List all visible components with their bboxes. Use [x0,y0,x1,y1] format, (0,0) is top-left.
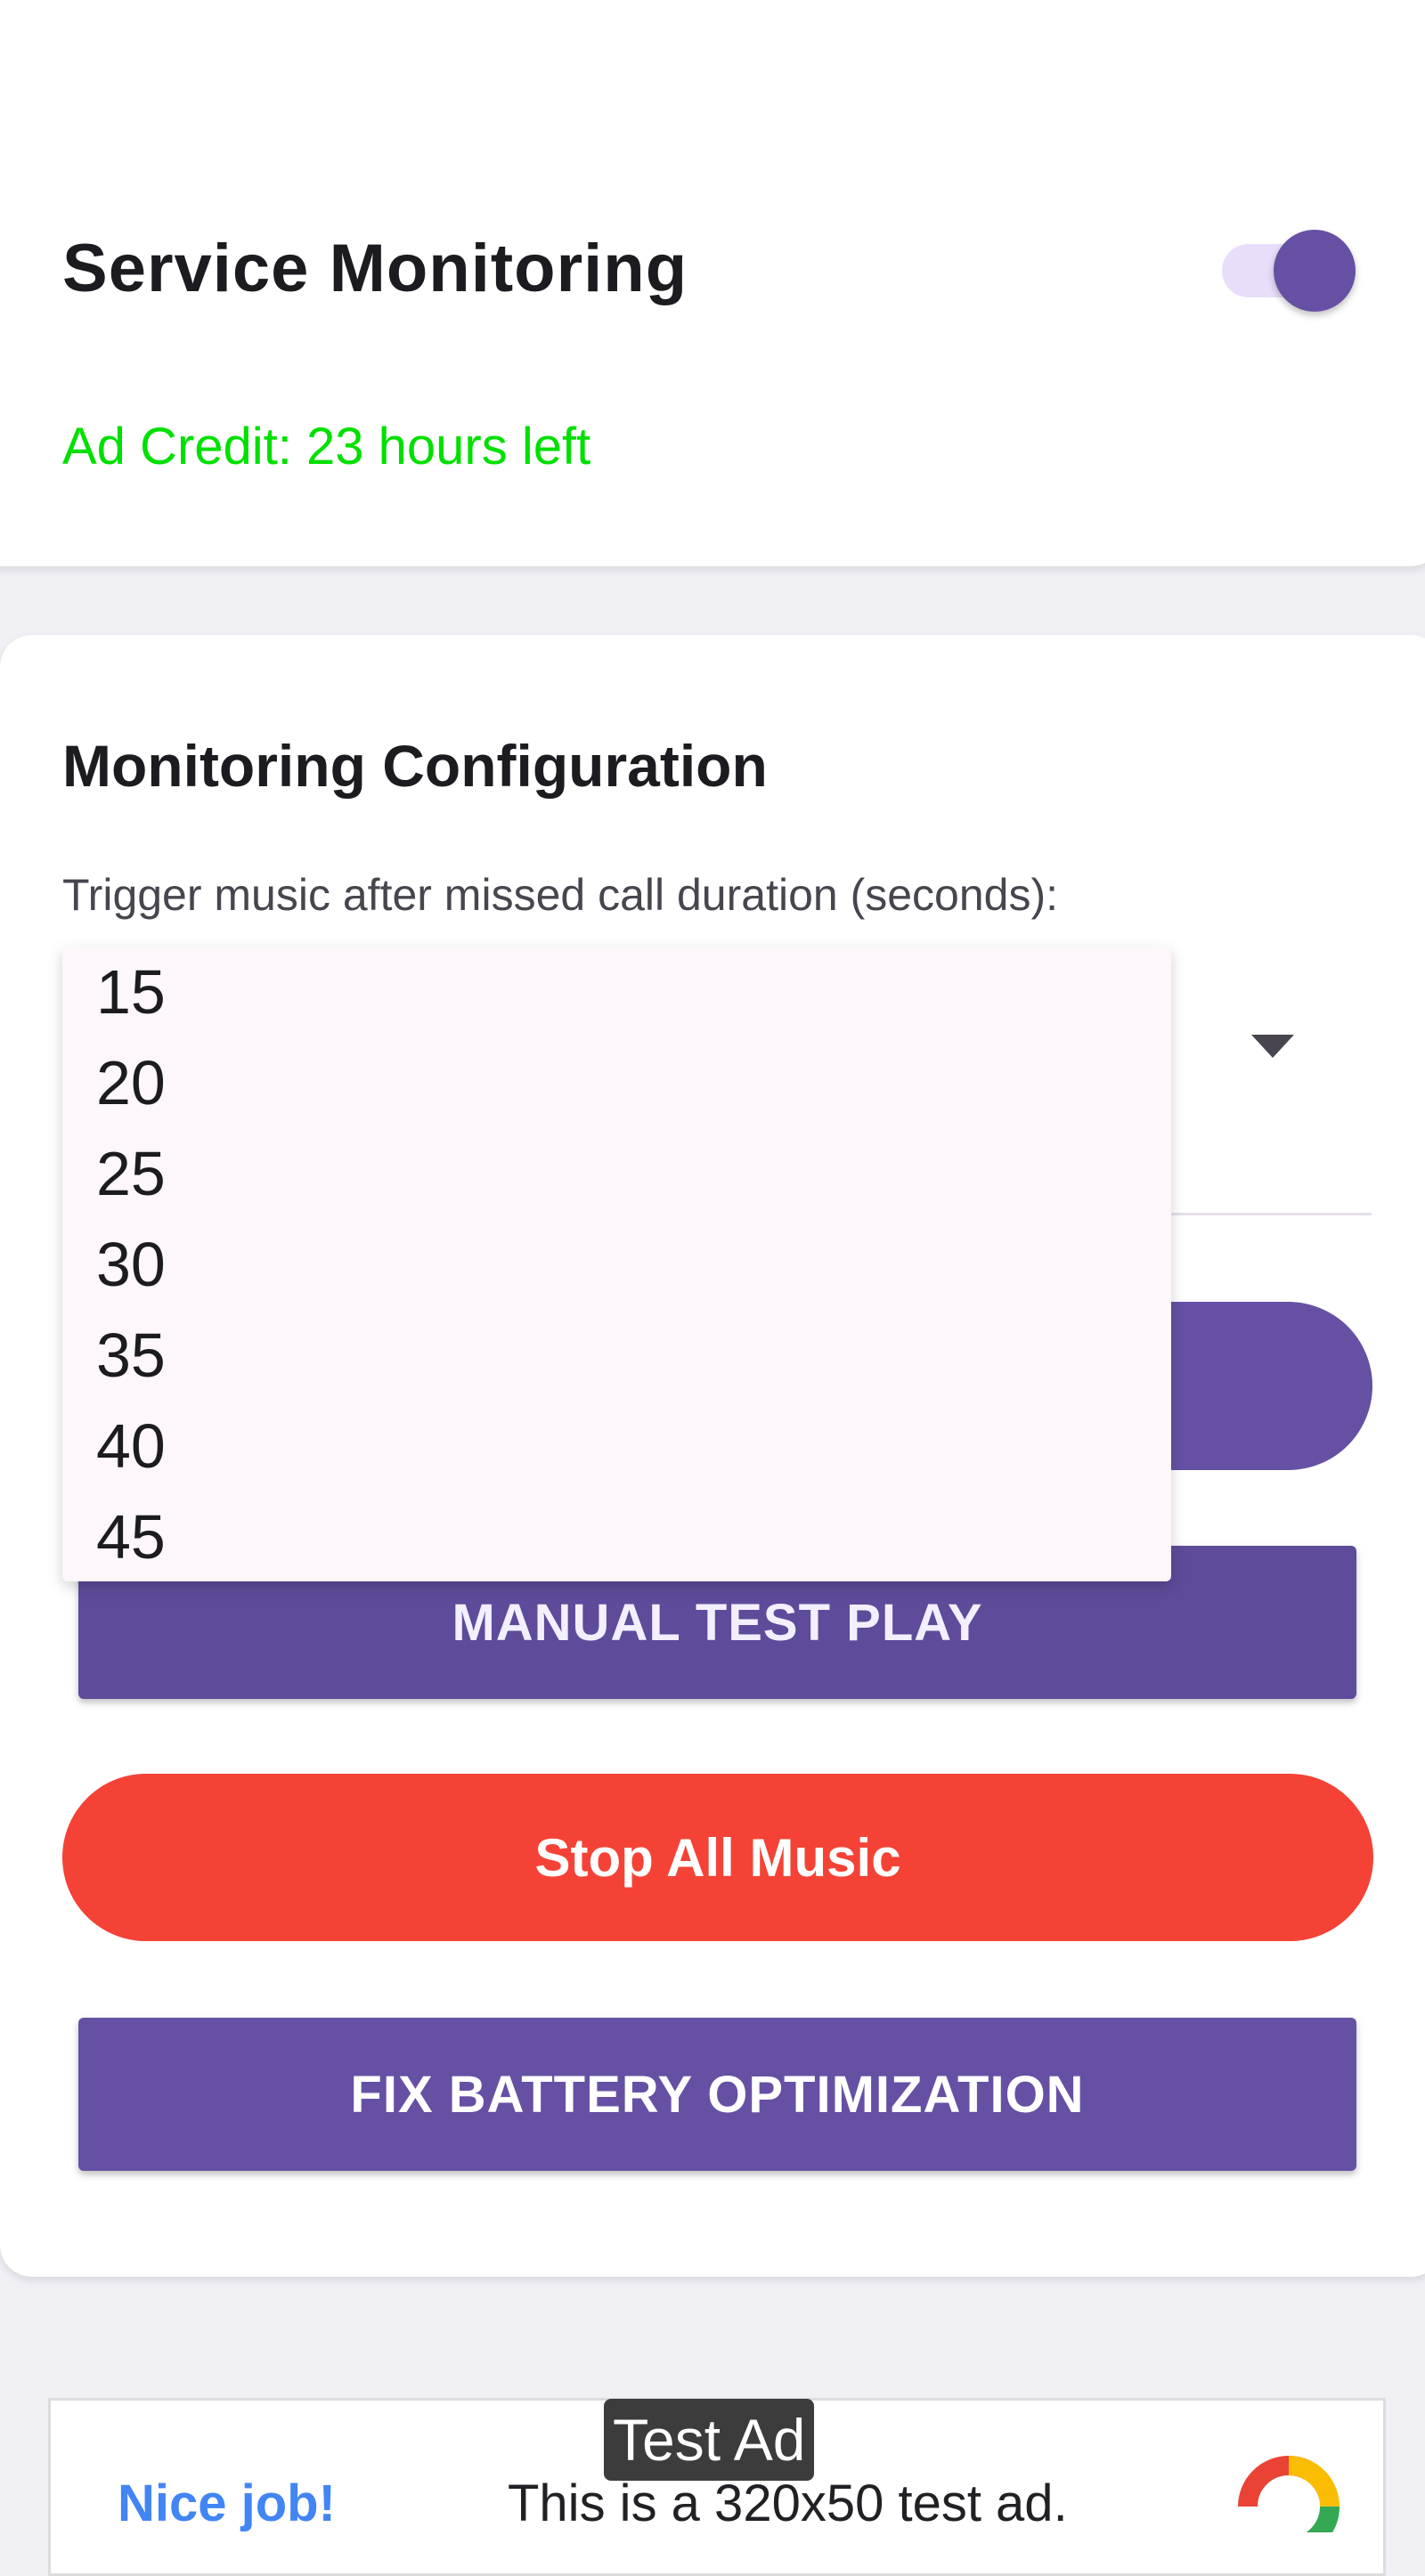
ad-nice-job-text: Nice job! [118,2474,336,2532]
stop-all-music-button[interactable]: Stop All Music [62,1774,1373,1941]
dropdown-option-35[interactable]: 35 [62,1310,1171,1401]
dropdown-option-25[interactable]: 25 [62,1128,1171,1219]
arrow-drop-down-icon[interactable] [1251,1035,1294,1058]
google-ads-logo-icon [1231,2449,1347,2532]
test-ad-label: Test Ad [604,2399,815,2481]
ad-credit-status: Ad Credit: 23 hours left [62,418,591,475]
dropdown-option-45[interactable]: 45 [62,1491,1171,1581]
ad-description-text: This is a 320x50 test ad. [508,2474,1068,2532]
fix-battery-optimization-button[interactable]: FIX BATTERY OPTIMIZATION [78,2018,1356,2171]
toggle-thumb [1274,230,1356,312]
dropdown-underline [1158,1213,1372,1215]
trigger-duration-label: Trigger music after missed call duration… [62,870,1058,920]
service-monitoring-title: Service Monitoring [62,231,688,306]
dropdown-option-30[interactable]: 30 [62,1219,1171,1310]
dropdown-option-40[interactable]: 40 [62,1401,1171,1491]
dropdown-option-15[interactable]: 15 [62,947,1171,1037]
service-monitoring-toggle[interactable] [1222,230,1364,312]
duration-dropdown-menu: 15 20 25 30 35 40 45 [62,947,1171,1581]
monitoring-configuration-title: Monitoring Configuration [62,733,768,799]
dropdown-option-20[interactable]: 20 [62,1037,1171,1128]
